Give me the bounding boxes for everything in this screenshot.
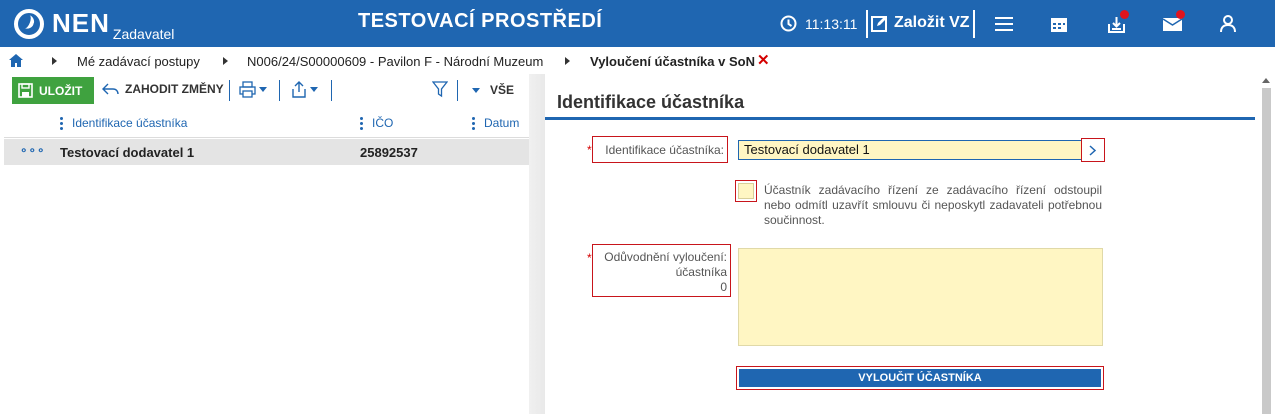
breadcrumb: Mé zadávací postupy N006/24/S00000609 - … (0, 47, 1275, 74)
logo-mark-icon (14, 9, 44, 39)
close-tab-icon[interactable]: ✕ (757, 51, 770, 69)
notification-badge (1120, 10, 1129, 19)
breadcrumb-arrow-icon (565, 57, 570, 65)
panel-divider (529, 74, 545, 414)
export-button[interactable] (291, 81, 318, 98)
reason-char-count: 0 (720, 280, 727, 294)
undo-icon (102, 83, 119, 94)
column-menu-icon[interactable] (360, 116, 363, 130)
view-filter-dropdown[interactable]: VŠE (472, 83, 514, 97)
chevron-right-icon (1089, 144, 1097, 156)
user-icon (1220, 15, 1236, 33)
save-label: ULOŽIT (39, 83, 83, 98)
scroll-up-icon[interactable] (1262, 78, 1270, 83)
logo-text: NEN (52, 8, 110, 38)
exclude-button-label: VYLOUČIT ÚČASTNÍKA (739, 369, 1101, 387)
column-label: Datum (484, 116, 520, 130)
header-divider (973, 10, 975, 38)
create-vz-label: Založit VZ (894, 14, 970, 31)
header-divider (866, 10, 868, 38)
environment-title: TESTOVACÍ PROSTŘEDÍ (358, 10, 603, 32)
view-filter-label: VŠE (490, 83, 515, 97)
withdraw-checkbox-label: Účastník zadávacího řízení ze zadávacího… (764, 183, 1102, 227)
cell-ico: 25892537 (360, 145, 418, 160)
exclude-participant-button[interactable]: VYLOUČIT ÚČASTNÍKA (736, 366, 1104, 390)
breadcrumb-item-procedure[interactable]: N006/24/S00000609 - Pavilon F - Národní … (247, 54, 543, 69)
create-vz-button[interactable]: Založit VZ (871, 14, 970, 32)
save-icon (18, 83, 33, 98)
column-label: IČO (372, 116, 394, 130)
save-button[interactable]: ULOŽIT (12, 77, 94, 104)
inbox-button[interactable] (1103, 10, 1129, 36)
notification-badge (1176, 10, 1185, 19)
cell-participant: Testovací dodavatel 1 (60, 145, 195, 160)
filter-icon (431, 81, 449, 98)
chevron-down-icon (472, 87, 480, 93)
form-title: Identifikace účastníka (557, 92, 745, 112)
breadcrumb-item-procedures[interactable]: Mé zadávací postupy (77, 54, 200, 69)
grid-header: Identifikace účastníka IČO Datum (4, 107, 529, 138)
column-label: Identifikace účastníka (72, 116, 188, 130)
title-underline (545, 117, 1255, 120)
menu-button[interactable] (991, 12, 1017, 36)
chevron-down-icon (310, 87, 318, 92)
participant-lookup-button[interactable] (1081, 138, 1105, 162)
breadcrumb-item-current: Vyloučení účastníka v SoN (590, 54, 755, 69)
breadcrumb-arrow-icon (52, 57, 57, 65)
participant-label: Identifikace účastníka: (592, 136, 728, 163)
export-icon (292, 81, 306, 98)
home-icon[interactable] (9, 54, 23, 67)
print-button[interactable] (239, 81, 267, 98)
table-row[interactable]: ∘∘∘ Testovací dodavatel 1 25892537 (4, 139, 529, 165)
column-header-ico[interactable]: IČO (360, 116, 393, 130)
discard-label: ZAHODIT ZMĚNY (125, 82, 224, 96)
toolbar-divider (331, 80, 332, 101)
logo-subtitle: Zadavatel (112, 26, 175, 42)
column-menu-icon[interactable] (60, 116, 63, 130)
required-marker: * (587, 251, 592, 265)
top-bar: NEN Zadavatel TESTOVACÍ PROSTŘEDÍ 11:13:… (0, 0, 1275, 47)
toolbar-divider (457, 80, 458, 101)
row-actions-icon[interactable]: ∘∘∘ (20, 143, 46, 157)
participants-list-panel: ULOŽIT ZAHODIT ZMĚNY VŠE Identifikace úč… (4, 74, 529, 414)
required-marker: * (587, 143, 592, 157)
session-clock: 11:13:11 (780, 15, 857, 32)
breadcrumb-arrow-icon (223, 57, 228, 65)
reason-label-line-1: Odůvodnění vyloučení: (604, 250, 727, 264)
reason-textarea[interactable] (738, 248, 1103, 346)
edit-icon (871, 15, 887, 32)
mail-button[interactable] (1159, 10, 1185, 36)
discard-changes-button[interactable]: ZAHODIT ZMĚNY (102, 82, 224, 96)
vertical-scrollbar[interactable] (1262, 88, 1271, 414)
clock-icon (780, 15, 797, 32)
nen-logo[interactable]: NEN Zadavatel (14, 6, 174, 42)
reason-label: Odůvodnění vyloučení: účastníka 0 (592, 244, 731, 297)
menu-icon (995, 17, 1013, 31)
list-toolbar: ULOŽIT ZAHODIT ZMĚNY VŠE (4, 74, 529, 107)
print-icon (239, 81, 256, 98)
calendar-icon (1051, 17, 1067, 32)
checkbox-box (738, 183, 754, 199)
participant-field[interactable]: Testovací dodavatel 1 (738, 140, 1101, 160)
chevron-down-icon (259, 87, 267, 92)
calendar-button[interactable] (1046, 12, 1072, 36)
user-button[interactable] (1215, 12, 1241, 36)
filter-button[interactable] (431, 81, 449, 103)
toolbar-divider (279, 80, 280, 101)
participant-form-panel: Identifikace účastníka * Identifikace úč… (545, 74, 1255, 414)
column-header-participant[interactable]: Identifikace účastníka (60, 116, 187, 130)
reason-label-line-2: účastníka (675, 265, 727, 279)
clock-time: 11:13:11 (805, 15, 858, 32)
toolbar-divider (229, 80, 230, 101)
withdraw-checkbox[interactable] (735, 180, 757, 202)
column-menu-icon[interactable] (472, 116, 475, 130)
column-header-date[interactable]: Datum (472, 116, 519, 130)
